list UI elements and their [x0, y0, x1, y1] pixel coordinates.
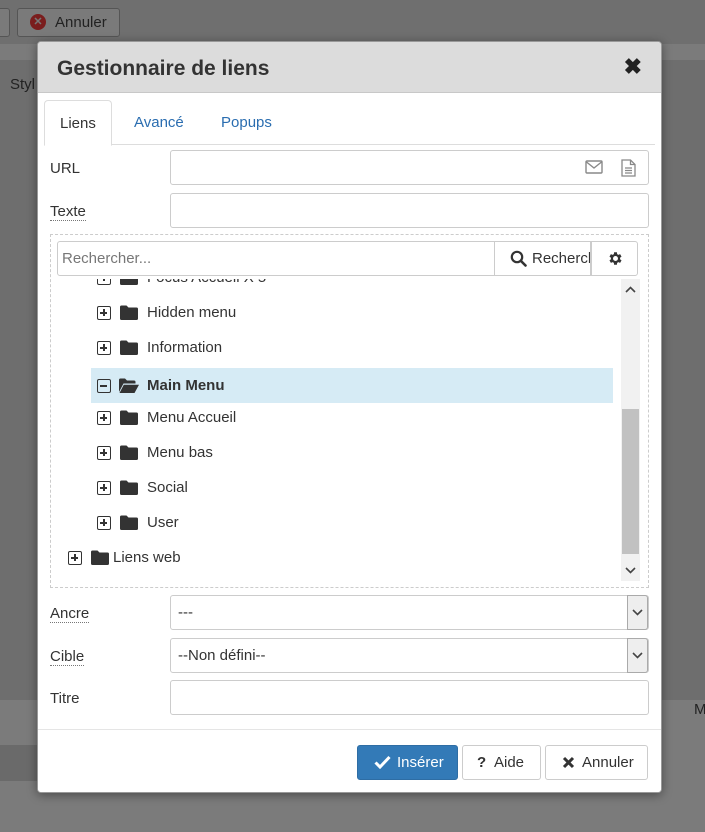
- expand-icon[interactable]: [97, 411, 111, 425]
- folder-icon: [120, 279, 138, 285]
- tab-popups[interactable]: Popups: [206, 100, 287, 145]
- folder-icon: [120, 305, 138, 320]
- expand-icon[interactable]: [68, 551, 82, 565]
- help-button-label: Aide: [494, 754, 525, 771]
- background-cancel-button: [0, 8, 10, 37]
- expand-icon[interactable]: [97, 341, 111, 355]
- chevron-down-icon[interactable]: [627, 638, 648, 673]
- text-label: Texte: [50, 203, 86, 221]
- folder-icon: [91, 550, 109, 565]
- expand-icon[interactable]: [97, 446, 111, 460]
- folder-open-icon: [119, 378, 139, 393]
- background-editor-toolbar: [0, 60, 40, 700]
- expand-icon[interactable]: [97, 481, 111, 495]
- tree-node-main-menu[interactable]: Main Menu: [91, 368, 613, 403]
- folder-icon: [120, 445, 138, 460]
- target-label: Cible: [50, 648, 85, 666]
- target-select[interactable]: --Non défini--: [170, 638, 649, 673]
- insert-button-label: Insérer: [397, 754, 444, 771]
- dialog-header: Gestionnaire de liens ✖: [38, 42, 661, 93]
- tree-node-label: User: [147, 514, 179, 531]
- folder-icon: [120, 340, 138, 355]
- url-field[interactable]: [170, 150, 649, 185]
- tree-view: Focus Accueil X 5 Hidden menu Informatio…: [51, 279, 640, 587]
- tree-node-information[interactable]: Information: [91, 333, 613, 363]
- close-icon[interactable]: ✖: [624, 56, 642, 78]
- search-input[interactable]: [57, 241, 495, 276]
- dialog-footer: Insérer ? Aide Annuler: [38, 729, 661, 792]
- tree-node-focus-accueil[interactable]: Focus Accueil X 5: [91, 279, 613, 293]
- link-browser: Rechercher Focus Accueil X 5 Hidden menu…: [50, 234, 649, 588]
- folder-icon: [120, 515, 138, 530]
- email-icon[interactable]: [585, 159, 603, 175]
- tree-node-user[interactable]: User: [91, 508, 613, 538]
- help-button[interactable]: ? Aide: [462, 745, 541, 780]
- tree-node-label: Main Menu: [147, 377, 225, 394]
- anchor-label: Ancre: [50, 605, 90, 623]
- file-icon[interactable]: [621, 159, 636, 177]
- link-manager-dialog: Gestionnaire de liens ✖ Liens Avancé Pop…: [37, 41, 662, 793]
- background-cancel-button: ✕ Annuler: [17, 8, 120, 37]
- tree-node-label: Social: [147, 479, 188, 496]
- cancel-button[interactable]: Annuler: [545, 745, 648, 780]
- background-editor-area: [660, 60, 705, 700]
- scroll-up-icon[interactable]: [621, 281, 640, 299]
- gear-icon: [609, 252, 622, 265]
- cancel-circle-icon: ✕: [30, 14, 46, 30]
- check-icon: [374, 755, 391, 769]
- collapse-icon[interactable]: [97, 379, 111, 393]
- background-style-label: Styl: [10, 76, 36, 93]
- target-select-value: --Non défini--: [178, 647, 266, 664]
- tree-node-menu-bas[interactable]: Menu bas: [91, 438, 613, 468]
- chevron-down-icon[interactable]: [627, 595, 648, 630]
- anchor-select-value: ---: [178, 604, 193, 621]
- expand-icon[interactable]: [97, 279, 111, 285]
- tree-node-label: Focus Accueil X 5: [147, 279, 266, 293]
- dialog-title: Gestionnaire de liens: [57, 57, 270, 80]
- close-icon: [562, 756, 575, 769]
- settings-button[interactable]: [591, 241, 638, 276]
- tree-node-label: Liens web: [113, 549, 181, 566]
- background-toolbar: ✕ Annuler: [0, 0, 705, 44]
- background-image-button: [0, 745, 40, 781]
- tree-node-menu-accueil[interactable]: Menu Accueil: [91, 403, 613, 433]
- tab-avance[interactable]: Avancé: [119, 100, 199, 145]
- tree-node-hidden-menu[interactable]: Hidden menu: [91, 298, 613, 328]
- tab-bar: Liens Avancé Popups: [44, 100, 655, 146]
- title-label: Titre: [50, 690, 80, 707]
- cancel-button-label: Annuler: [582, 754, 634, 771]
- tree-node-label: Menu bas: [147, 444, 213, 461]
- url-label: URL: [50, 160, 81, 177]
- folder-icon: [120, 480, 138, 495]
- question-icon: ?: [477, 754, 487, 771]
- folder-icon: [120, 410, 138, 425]
- tree-node-label: Menu Accueil: [147, 409, 237, 426]
- anchor-select[interactable]: ---: [170, 595, 649, 630]
- title-field[interactable]: [170, 680, 649, 715]
- text-field[interactable]: [170, 193, 649, 228]
- scroll-thumb[interactable]: [622, 409, 639, 554]
- background-right-label: M: [694, 701, 705, 718]
- tab-liens[interactable]: Liens: [44, 100, 112, 146]
- tree-node-label: Hidden menu: [147, 304, 237, 321]
- tree-scrollbar[interactable]: [621, 279, 640, 581]
- insert-button[interactable]: Insérer: [357, 745, 458, 780]
- background-cancel-label: Annuler: [55, 14, 107, 31]
- search-button-label: Rechercher: [532, 250, 590, 267]
- tree-node-social[interactable]: Social: [91, 473, 613, 503]
- expand-icon[interactable]: [97, 306, 111, 320]
- tree-node-label: Information: [147, 339, 223, 356]
- tree-node-liens-web[interactable]: Liens web: [62, 543, 613, 573]
- search-button[interactable]: Rechercher: [495, 241, 591, 276]
- scroll-down-icon[interactable]: [621, 561, 640, 579]
- search-icon: [510, 250, 527, 267]
- expand-icon[interactable]: [97, 516, 111, 530]
